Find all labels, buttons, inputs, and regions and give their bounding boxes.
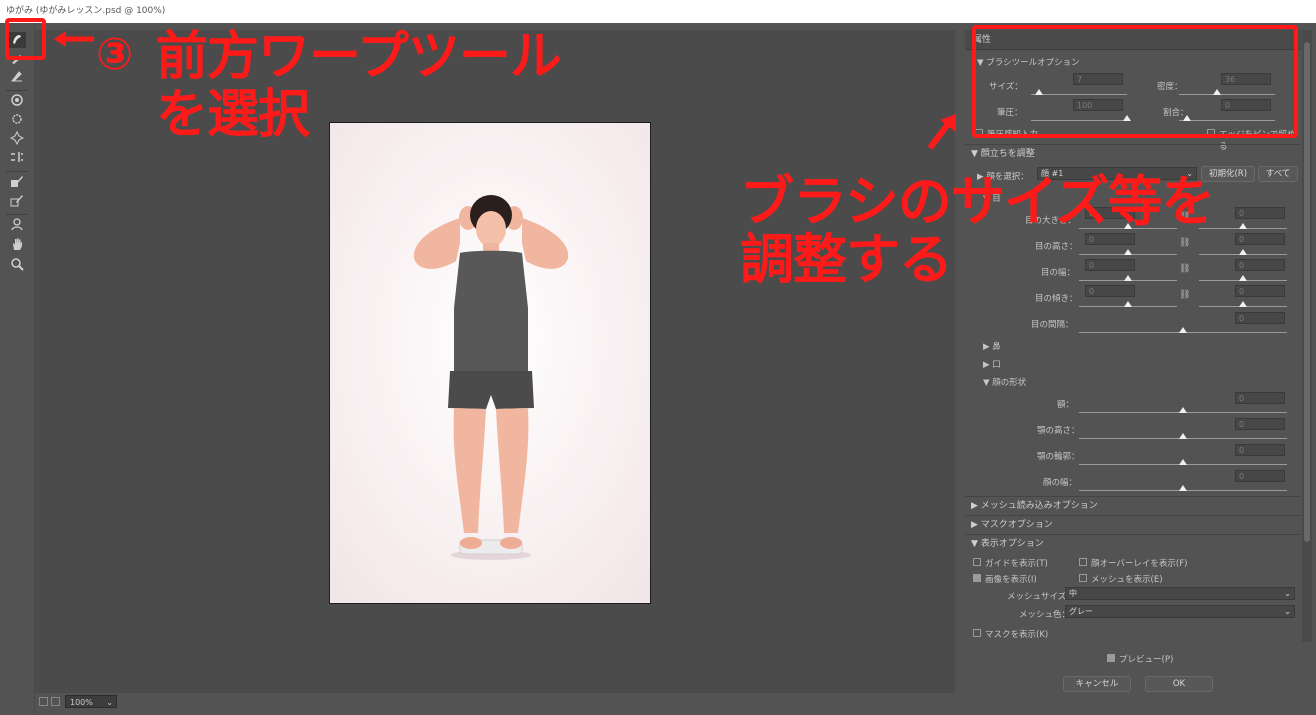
face-width-input[interactable]: 0 bbox=[1235, 470, 1285, 482]
chevron-down-icon: ⌄ bbox=[1284, 607, 1291, 616]
eye-width-right-input[interactable]: 0 bbox=[1235, 259, 1285, 271]
arrow-up-right-icon bbox=[927, 114, 956, 150]
mesh-color-dropdown[interactable]: グレー ⌄ bbox=[1065, 605, 1295, 618]
eye-width-label: 目の幅： bbox=[1041, 268, 1076, 278]
mesh-size-value: 中 bbox=[1069, 589, 1077, 598]
show-face-overlay-label: 顔オーバーレイを表示(F) bbox=[1091, 559, 1188, 569]
chin-height-slider[interactable] bbox=[1079, 433, 1287, 439]
eye-width-left-slider[interactable] bbox=[1079, 275, 1177, 281]
mesh-color-value: グレー bbox=[1069, 607, 1093, 616]
face-width-slider[interactable] bbox=[1079, 485, 1287, 491]
show-mask-checkbox[interactable] bbox=[973, 629, 981, 637]
face-tool-icon[interactable] bbox=[8, 217, 26, 233]
eye-distance-slider[interactable] bbox=[1079, 327, 1287, 333]
person-photo bbox=[330, 123, 650, 603]
cancel-button[interactable]: キャンセル bbox=[1063, 676, 1131, 692]
eye-height-label: 目の高さ： bbox=[1035, 242, 1078, 252]
jawline-input[interactable]: 0 bbox=[1235, 444, 1285, 456]
mouth-header[interactable]: ▶ 口 bbox=[983, 358, 1001, 370]
face-width-label: 顔の幅： bbox=[1043, 478, 1078, 488]
view-options-header[interactable]: ▼ 表示オプション bbox=[965, 534, 1301, 552]
face-adjust-header[interactable]: ▼ 顔立ちを調整 bbox=[965, 144, 1301, 162]
show-mesh-checkbox[interactable] bbox=[1079, 574, 1087, 582]
link-icon[interactable]: ⛓ bbox=[1179, 290, 1190, 300]
chevron-down-icon: ⌄ bbox=[1284, 589, 1291, 598]
preview-checkbox[interactable] bbox=[1107, 654, 1115, 662]
nose-header[interactable]: ▶ 鼻 bbox=[983, 340, 1001, 352]
chin-height-label: 顎の高さ： bbox=[1037, 426, 1080, 436]
forehead-slider[interactable] bbox=[1079, 407, 1287, 413]
eye-height-right-slider[interactable] bbox=[1199, 249, 1287, 255]
arrow-left-icon bbox=[54, 31, 94, 47]
fit-icon[interactable] bbox=[39, 697, 48, 706]
show-mask-label: マスクを表示(K) bbox=[985, 630, 1049, 640]
mask-options-header[interactable]: ▶ マスクオプション bbox=[965, 515, 1301, 533]
dialog-buttons: プレビュー(P) キャンセル OK bbox=[965, 645, 1301, 715]
show-guides-label: ガイドを表示(T) bbox=[985, 559, 1048, 569]
panel-scrollbar[interactable] bbox=[1302, 30, 1312, 642]
annotation-brush-note-2: 調整する bbox=[740, 228, 953, 291]
eye-tilt-left-input[interactable]: 0 bbox=[1085, 285, 1135, 297]
chin-height-input[interactable]: 0 bbox=[1235, 418, 1285, 430]
ok-button[interactable]: OK bbox=[1145, 676, 1213, 692]
zoom-plus-icon[interactable] bbox=[51, 697, 60, 706]
eye-tilt-left-slider[interactable] bbox=[1079, 301, 1177, 307]
eye-width-right-slider[interactable] bbox=[1199, 275, 1287, 281]
face-shape-header[interactable]: ▼ 顔の形状 bbox=[983, 376, 1026, 388]
eye-distance-label: 目の間隔： bbox=[1031, 320, 1074, 330]
zoom-value: 100% bbox=[70, 698, 93, 707]
show-guides-checkbox[interactable] bbox=[973, 558, 981, 566]
window-title: ゆがみ (ゆがみレッスン.psd @ 100%) bbox=[0, 0, 1316, 23]
freeze-mask-icon[interactable] bbox=[8, 174, 26, 190]
chevron-down-icon: ⌄ bbox=[106, 698, 113, 707]
mesh-color-label: メッシュ色： bbox=[1019, 610, 1071, 620]
show-mesh-label: メッシュを表示(E) bbox=[1091, 575, 1163, 585]
forehead-input[interactable]: 0 bbox=[1235, 392, 1285, 404]
eye-size-right-input[interactable]: 0 bbox=[1235, 207, 1285, 219]
smooth-icon[interactable] bbox=[8, 69, 26, 85]
push-left-icon[interactable] bbox=[8, 150, 26, 166]
eye-tilt-label: 目の傾き： bbox=[1035, 294, 1078, 304]
eye-height-left-slider[interactable] bbox=[1079, 249, 1177, 255]
eye-distance-input[interactable]: 0 bbox=[1235, 312, 1285, 324]
forehead-label: 額： bbox=[1057, 400, 1075, 410]
annotation-tool-title-1: 前方ワープツール bbox=[156, 27, 562, 87]
show-image-checkbox[interactable] bbox=[973, 574, 981, 582]
tool-highlight-box bbox=[5, 18, 46, 60]
zoom-select[interactable]: 100% ⌄ bbox=[65, 695, 117, 708]
tool-panel bbox=[0, 23, 35, 715]
all-button[interactable]: すべて bbox=[1258, 166, 1298, 182]
thaw-mask-icon[interactable] bbox=[8, 193, 26, 209]
twirl-icon[interactable] bbox=[8, 93, 26, 109]
link-icon[interactable]: ⛓ bbox=[1179, 238, 1190, 248]
eye-tilt-right-slider[interactable] bbox=[1199, 301, 1287, 307]
bloat-icon[interactable] bbox=[8, 130, 26, 147]
pucker-icon[interactable] bbox=[8, 112, 26, 128]
mesh-load-header[interactable]: ▶ メッシュ読み込みオプション bbox=[965, 496, 1301, 514]
eye-tilt-right-input[interactable]: 0 bbox=[1235, 285, 1285, 297]
status-bar: 100% ⌄ bbox=[35, 693, 955, 715]
hand-icon[interactable] bbox=[8, 237, 26, 253]
annotation-step-number: ③ bbox=[96, 29, 133, 80]
show-face-overlay-checkbox[interactable] bbox=[1079, 558, 1087, 566]
annotation-tool-title-2: を選択 bbox=[156, 85, 310, 145]
brush-options-highlight-box bbox=[972, 25, 1298, 138]
jawline-label: 顎の輪郭： bbox=[1037, 452, 1080, 462]
mesh-size-dropdown[interactable]: 中 ⌄ bbox=[1065, 587, 1295, 600]
preview-label: プレビュー(P) bbox=[1119, 655, 1174, 665]
document-image[interactable] bbox=[329, 122, 651, 604]
annotation-brush-note-1: ブラシのサイズ等を bbox=[740, 170, 1215, 233]
jawline-slider[interactable] bbox=[1079, 459, 1287, 465]
show-image-label: 画像を表示(I) bbox=[985, 575, 1037, 585]
eye-height-left-input[interactable]: 0 bbox=[1085, 233, 1135, 245]
zoom-icon[interactable] bbox=[8, 257, 26, 273]
eye-width-left-input[interactable]: 0 bbox=[1085, 259, 1135, 271]
link-icon[interactable]: ⛓ bbox=[1179, 264, 1190, 274]
eye-height-right-input[interactable]: 0 bbox=[1235, 233, 1285, 245]
